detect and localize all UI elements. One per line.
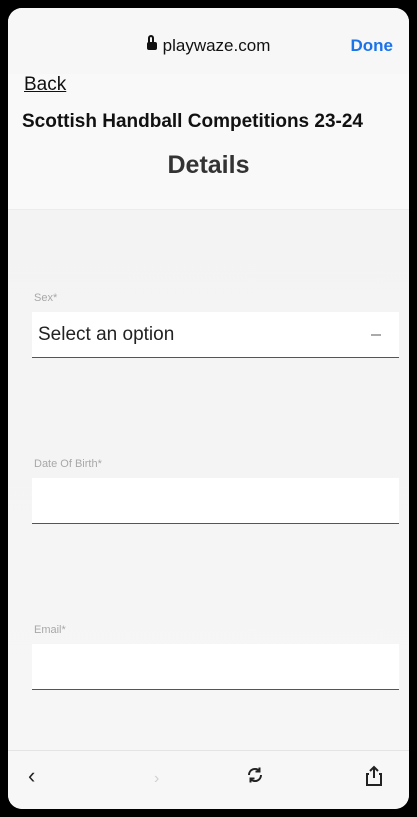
browser-toolbar: ‹ › (8, 750, 409, 809)
forward-icon[interactable]: › (154, 771, 159, 787)
sex-select-value: Select an option (38, 324, 175, 345)
back-link[interactable]: Back (24, 74, 66, 96)
details-form: Sex* Select an option Date Of Birth* Ema… (8, 210, 409, 751)
dropdown-icon (371, 334, 381, 336)
back-icon[interactable]: ‹ (28, 765, 35, 787)
page-header: Back Scottish Handball Competitions 23-2… (8, 74, 409, 210)
lock-icon (146, 35, 157, 50)
phone-screen: playwaze.com Done Back Scottish Handball… (8, 8, 409, 809)
url-text: playwaze.com (162, 36, 271, 55)
email-field: Email* (32, 624, 399, 690)
sex-label: Sex* (34, 292, 58, 304)
browser-top-bar: playwaze.com Done (8, 8, 409, 74)
reload-svg (247, 767, 263, 783)
reload-icon[interactable] (245, 765, 265, 789)
share-icon[interactable] (364, 765, 384, 791)
email-input[interactable] (32, 644, 399, 690)
dob-field: Date Of Birth* (32, 458, 399, 524)
competition-title: Scottish Handball Competitions 23-24 (22, 111, 363, 132)
dob-label: Date Of Birth* (34, 458, 102, 470)
page-title: Details (167, 151, 250, 179)
share-svg (366, 765, 382, 786)
sex-field: Sex* Select an option (32, 292, 399, 358)
url-bar[interactable]: playwaze.com (8, 35, 409, 56)
dob-input[interactable] (32, 478, 399, 524)
email-label: Email* (34, 624, 66, 636)
done-button[interactable]: Done (351, 36, 394, 56)
sex-select[interactable]: Select an option (32, 312, 399, 358)
